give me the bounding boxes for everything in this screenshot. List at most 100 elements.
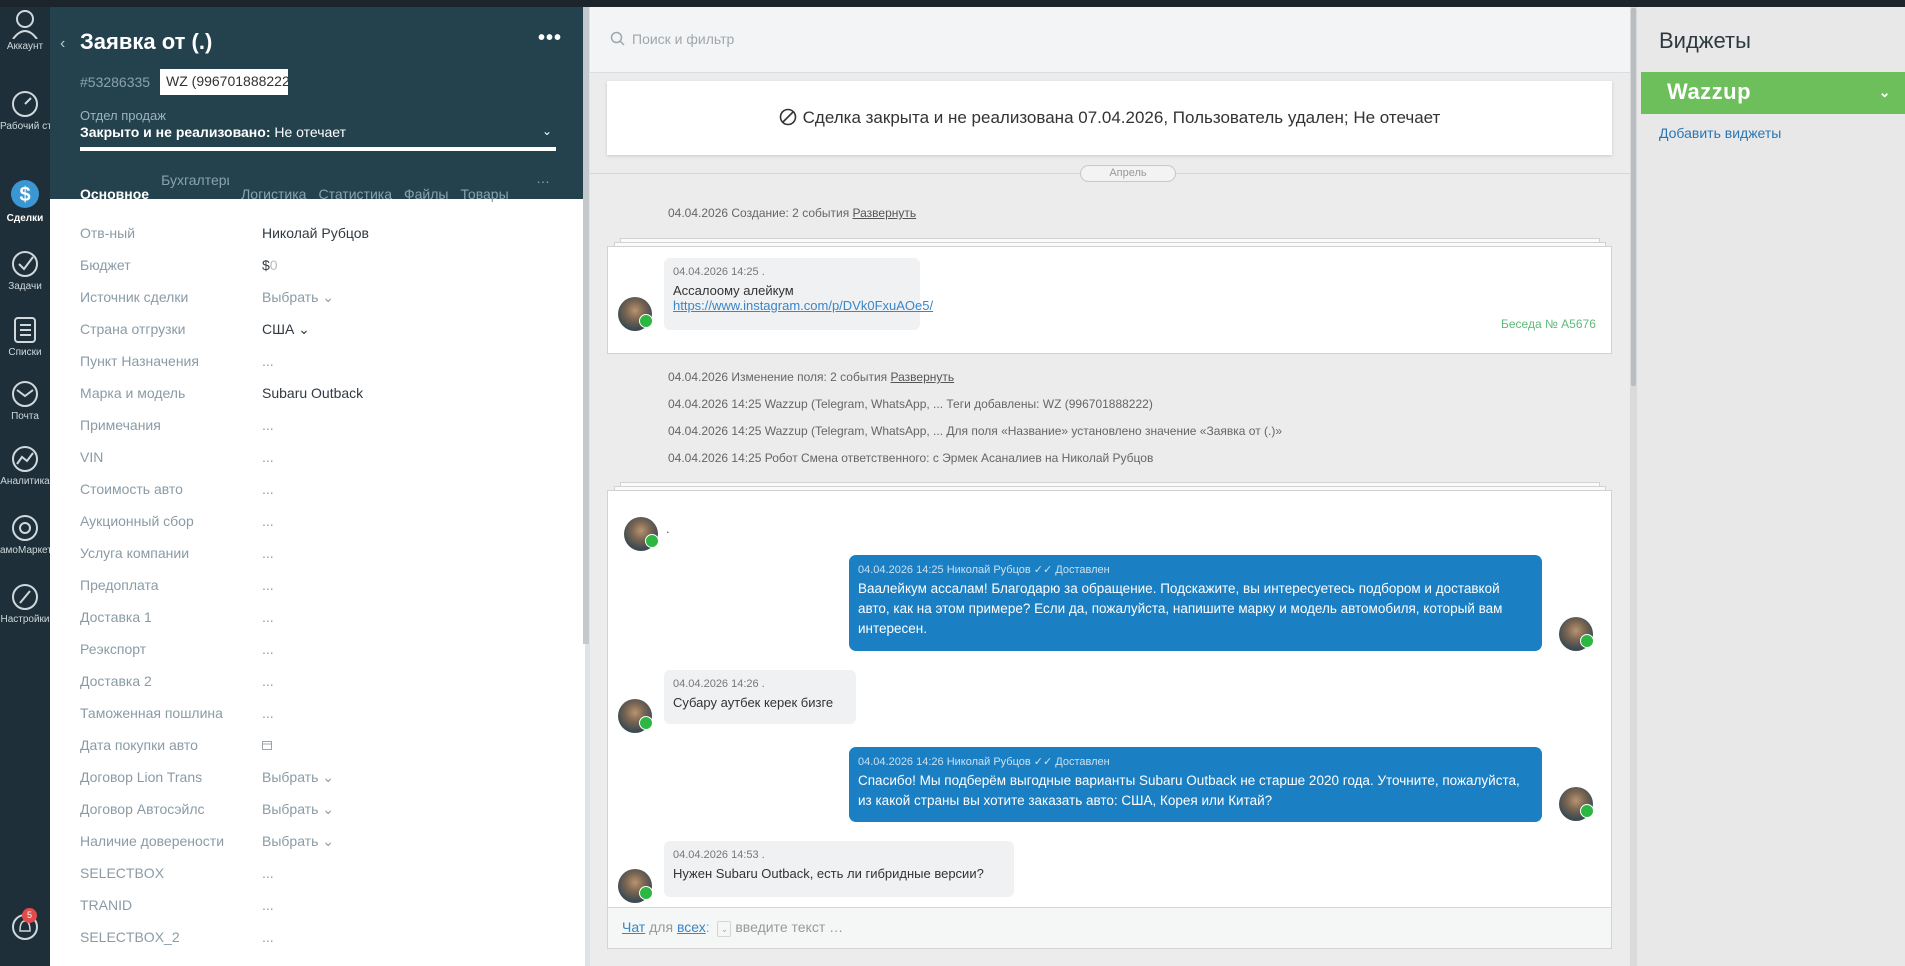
field-value[interactable]: ...: [262, 705, 274, 721]
pipeline-label: Отдел продаж: [80, 108, 166, 123]
feed: Поиск и фильтр Сделка закрыта и не реали…: [590, 7, 1630, 966]
tab-main[interactable]: Основное: [80, 184, 150, 213]
message-link[interactable]: https://www.instagram.com/p/DVk0FxuAOe5/: [673, 298, 933, 313]
conversation-number[interactable]: Беседа № A5676: [1501, 317, 1596, 331]
message-meta: 04.04.2026 14:53 .: [673, 849, 765, 861]
nav-dashboard[interactable]: Рабочий стол: [0, 89, 50, 132]
field-value[interactable]: ...: [262, 673, 274, 689]
lead-card: ‹ Заявка от (.) ••• #53286335 WZ (996701…: [50, 7, 585, 966]
message-text: Нужен Subaru Outback, есть ли гибридные …: [673, 866, 984, 881]
message-composer[interactable]: Чат для всех: ⌄ введите текст …: [607, 907, 1612, 949]
nav-notifications[interactable]: 5: [0, 908, 50, 944]
field-value[interactable]: ...: [262, 353, 274, 369]
note-text: 04.04.2026 Создание: 2 события: [668, 206, 853, 220]
tab-products[interactable]: Товары: [460, 184, 508, 213]
field-value[interactable]: ...: [262, 449, 274, 465]
field-value[interactable]: Subaru Outback: [262, 385, 363, 401]
field-label: Реэкспорт: [80, 641, 147, 657]
tab-files[interactable]: Файлы: [404, 184, 448, 213]
nav-account[interactable]: Аккаунт: [0, 9, 50, 52]
chat-mode-link[interactable]: Чат: [622, 919, 645, 935]
chevron-down-icon[interactable]: ⌄: [542, 124, 552, 138]
currency-sign: $: [262, 257, 270, 273]
field-vin: VIN...: [80, 449, 560, 481]
status-reason: Не отечает: [270, 124, 347, 140]
field-value[interactable]: ...: [262, 929, 274, 945]
field-select[interactable]: Выбрать ⌄: [262, 769, 334, 786]
nav-label: Рабочий стол: [0, 121, 50, 132]
wazzup-logo: Wazzup: [1667, 79, 1752, 104]
field-select[interactable]: Выбрать ⌄: [262, 801, 334, 818]
field-select[interactable]: США ⌄: [262, 321, 310, 338]
chevron-down-icon[interactable]: ⌄: [717, 921, 732, 937]
feed-scrollbar[interactable]: [1631, 8, 1636, 386]
deals-icon: $: [11, 180, 39, 208]
field-value[interactable]: ...: [262, 609, 274, 625]
field-value[interactable]: ...: [262, 545, 274, 561]
field-auction-fee: Аукционный сбор...: [80, 513, 560, 545]
recipient-link[interactable]: всех: [677, 919, 706, 935]
field-label: SELECTBOX: [80, 865, 165, 881]
composer-for: для: [645, 919, 677, 935]
whatsapp-icon: [639, 716, 653, 730]
chevron-down-icon: ⌄: [322, 289, 335, 305]
card-scrollbar[interactable]: [583, 7, 589, 644]
analytics-icon: [12, 446, 38, 472]
field-select[interactable]: Выбрать ⌄: [262, 289, 334, 306]
field-make-model: Марка и модель Subaru Outback: [80, 385, 560, 417]
lead-title[interactable]: Заявка от (.): [80, 29, 212, 55]
more-actions-icon[interactable]: •••: [538, 27, 562, 50]
nav-label: Аккаунт: [6, 41, 44, 52]
field-value[interactable]: ...: [262, 513, 274, 529]
tab-accounting[interactable]: Бухгалтерия: [161, 170, 229, 199]
field-label: Марка и модель: [80, 385, 186, 401]
whatsapp-icon: [1580, 804, 1594, 818]
top-strip: [0, 0, 1905, 7]
market-icon: [12, 515, 38, 541]
nav-deals[interactable]: $ Сделки: [0, 177, 50, 224]
chevron-down-icon[interactable]: ⌄: [1879, 84, 1891, 101]
field-value[interactable]: ...: [262, 417, 274, 433]
back-icon[interactable]: ‹: [60, 35, 65, 53]
prohibited-icon: [779, 108, 796, 126]
card-tabs: Основное Бухгалтерия Логистика Статистика Фа…: [80, 170, 585, 213]
field-value[interactable]: Николай Рубцов: [262, 225, 369, 241]
field-value[interactable]: ...: [262, 577, 274, 593]
expand-link[interactable]: Развернуть: [853, 206, 917, 220]
tab-statistics[interactable]: Статистика: [318, 184, 392, 213]
outgoing-message: 04.04.2026 14:25 Николай Рубцов ✓✓ Доста…: [849, 555, 1542, 651]
field-value[interactable]: $0: [262, 257, 278, 273]
field-prepayment: Предоплата...: [80, 577, 560, 609]
field-value[interactable]: ...: [262, 641, 274, 657]
calendar-icon[interactable]: [262, 737, 272, 753]
lead-tag[interactable]: WZ (996701888222): [160, 69, 288, 95]
tab-logistics[interactable]: Логистика: [241, 184, 306, 213]
pipeline-status[interactable]: Закрыто и не реализовано: Не отечает: [80, 124, 556, 140]
feed-search[interactable]: Поиск и фильтр: [590, 7, 1630, 73]
field-label: Бюджет: [80, 257, 131, 273]
nav-analytics[interactable]: Аналитика: [0, 444, 50, 487]
field-select[interactable]: Выбрать ⌄: [262, 833, 334, 850]
field-label: Пункт Назначения: [80, 353, 199, 369]
field-label: Договор Lion Trans: [80, 769, 203, 785]
field-value[interactable]: ...: [262, 481, 274, 497]
field-label: Стоимость авто: [80, 481, 183, 497]
chevron-down-icon: ⌄: [322, 833, 335, 849]
field-value[interactable]: ...: [262, 865, 274, 881]
tabs-more-icon[interactable]: …: [536, 170, 550, 186]
add-widgets-link[interactable]: Добавить виджеты: [1659, 125, 1781, 141]
nav-market[interactable]: амоМаркет: [0, 513, 50, 556]
nav-tasks[interactable]: Задачи: [0, 249, 50, 292]
conversation-block: . 04.04.2026 14:25 Николай Рубцов ✓✓ Дос…: [607, 490, 1612, 920]
field-value[interactable]: ...: [262, 897, 274, 913]
expand-link[interactable]: Развернуть: [891, 370, 955, 384]
wazzup-widget[interactable]: Wazzup ⌄: [1641, 72, 1905, 114]
svg-text:$: $: [19, 184, 30, 206]
field-value: Выбрать: [262, 833, 319, 849]
nav-mail[interactable]: Почта: [0, 379, 50, 422]
nav-lists[interactable]: Списки: [0, 315, 50, 358]
feed-note: 04.04.2026 14:25 Wazzup (Telegram, Whats…: [668, 424, 1283, 438]
nav-settings[interactable]: Настройки: [0, 582, 50, 625]
tasks-icon: [12, 251, 38, 277]
message-meta: 04.04.2026 14:26 .: [673, 678, 765, 690]
